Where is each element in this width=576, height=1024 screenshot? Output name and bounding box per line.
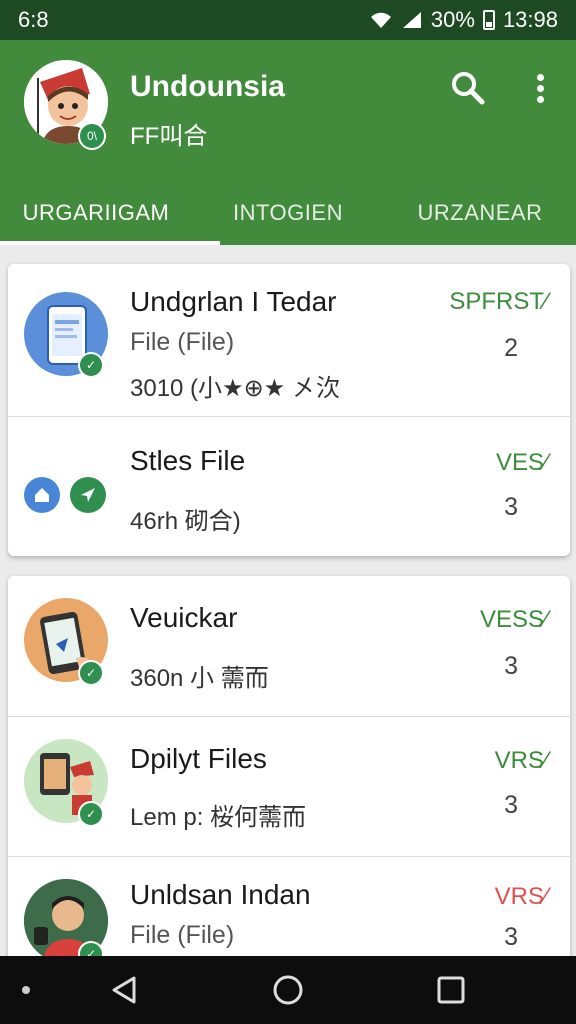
tab-urgariigam[interactable]: URGARIIGAM <box>0 180 192 245</box>
search-button[interactable] <box>448 68 488 108</box>
battery-percent: 30% <box>430 7 475 32</box>
check-badge-icon: ✓ <box>78 660 104 686</box>
item-count: 3 <box>504 791 518 819</box>
item-status: SPFRST⁄ <box>449 288 548 315</box>
item-meta: 360n 小 薷而 <box>130 665 269 692</box>
battery-icon <box>482 10 495 30</box>
item-title: Dpilyt Files <box>130 743 267 774</box>
item-subtitle: File (File) <box>130 921 235 949</box>
send-icon[interactable] <box>70 477 106 513</box>
search-icon <box>452 72 485 105</box>
card-group: ✓ Veuickar 360n 小 薷而 VESS⁄ 3 ✓ Dpilyt Fi… <box>8 576 570 976</box>
recents-icon <box>437 976 465 1004</box>
item-count: 3 <box>504 923 518 951</box>
home-icon[interactable] <box>24 477 60 513</box>
status-time: 6:8 <box>18 7 49 32</box>
profile-status-badge: 0\ <box>78 122 106 150</box>
tab-indicator <box>0 241 220 245</box>
item-status: VRS⁄ <box>494 883 548 910</box>
item-title: Stles File <box>130 445 246 476</box>
item-status: VRS⁄ <box>494 747 548 774</box>
status-clock: 13:98 <box>502 7 558 32</box>
more-dot-icon <box>536 95 544 103</box>
tab-bar: URGARIIGAM INTOGIEN URZANEAR <box>0 180 576 245</box>
item-count: 3 <box>504 493 518 521</box>
card-group: ✓ Undgrlan I Tedar File (File) 3010 (小★⊕… <box>8 264 570 556</box>
item-status: VESS⁄ <box>479 606 548 633</box>
home-button[interactable] <box>270 972 306 1008</box>
app-title: Undounsia <box>130 70 285 103</box>
status-bar: 6:8 30% 13:98 <box>0 0 576 40</box>
check-badge-icon: ✓ <box>78 801 104 827</box>
item-subtitle: File (File) <box>130 328 235 356</box>
wifi-icon <box>370 12 391 28</box>
more-dot-icon <box>536 73 544 81</box>
item-meta: Lem p: 桜何薷而 <box>130 804 307 831</box>
list-item[interactable]: ✓ Dpilyt Files Lem p: 桜何薷而 VRS⁄ 3 <box>8 717 570 856</box>
list-item[interactable]: Stles File 46rh 砌合) VES⁄ 3 <box>8 417 570 556</box>
recents-button[interactable] <box>433 972 469 1008</box>
item-title: Unldsan Indan <box>130 879 311 910</box>
item-title: Veuickar <box>130 602 238 633</box>
item-status: VES⁄ <box>495 449 548 476</box>
item-meta: 3010 (小★⊕★ 㐅㳄 <box>130 375 340 402</box>
signal-icon <box>402 12 421 28</box>
home-circle-icon <box>273 975 303 1005</box>
tab-intogien[interactable]: INTOGIEN <box>192 180 384 245</box>
item-count: 3 <box>504 652 518 680</box>
item-title: Undgrlan I Tedar <box>130 286 337 317</box>
app-bar: 0\ Undounsia FF叫合 URGARIIGAM INTOGIEN UR… <box>0 40 576 245</box>
system-nav-bar <box>0 956 576 1024</box>
tab-urzanear[interactable]: URZANEAR <box>384 180 576 245</box>
back-icon <box>112 976 136 1004</box>
nav-dot-icon <box>22 986 30 994</box>
list-item[interactable]: ✓ Undgrlan I Tedar File (File) 3010 (小★⊕… <box>8 264 570 416</box>
app-subtitle: FF叫合 <box>130 123 208 150</box>
item-meta: 46rh 砌合) <box>130 508 241 535</box>
item-count: 2 <box>504 334 518 362</box>
check-badge-icon: ✓ <box>78 352 104 378</box>
list-item[interactable]: ✓ Veuickar 360n 小 薷而 VESS⁄ 3 <box>8 576 570 716</box>
back-button[interactable] <box>106 972 142 1008</box>
status-icons: 30% 13:98 <box>369 7 558 33</box>
more-dot-icon <box>536 84 544 92</box>
more-options-button[interactable] <box>520 68 560 108</box>
